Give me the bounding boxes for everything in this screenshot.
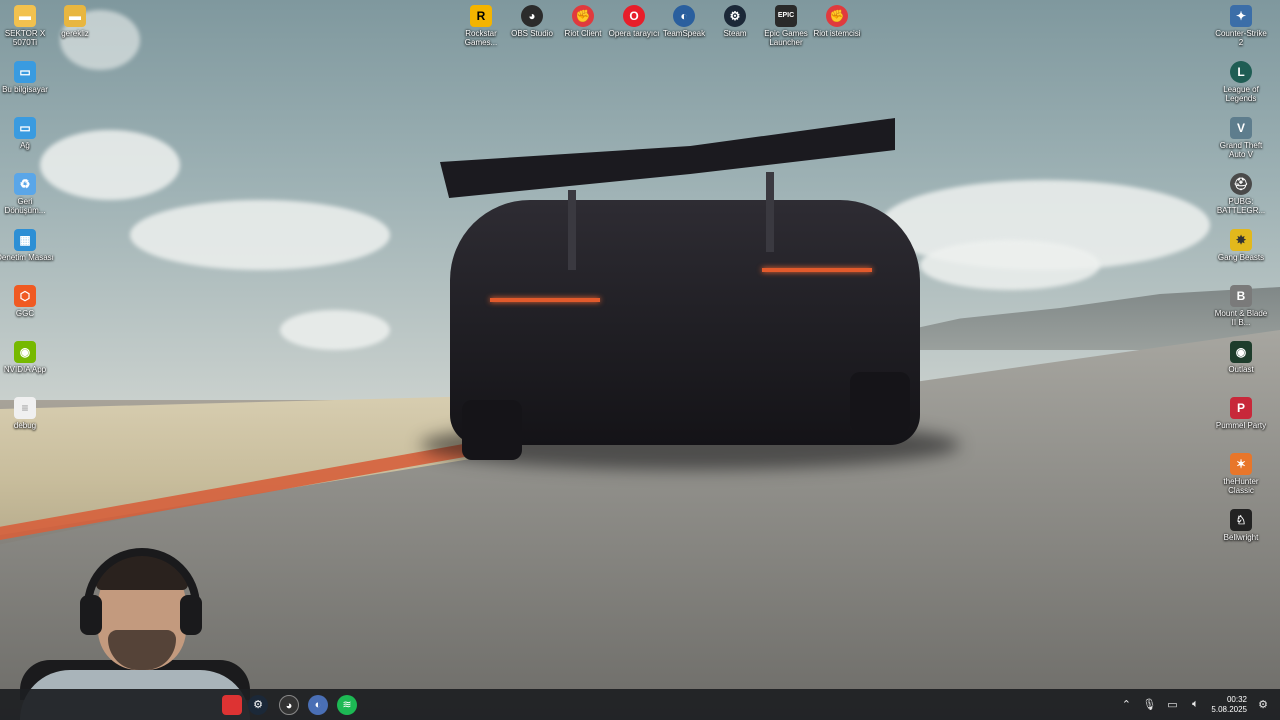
desktop-icon-bannerlord[interactable]: B Mount & Blade II B... bbox=[1212, 285, 1270, 327]
desktop-icon-bellwright[interactable]: ♘ Bellwright bbox=[1212, 509, 1270, 542]
desktop-icon-thehunter[interactable]: ✶ theHunter Classic bbox=[1212, 453, 1270, 495]
desktop-icon-lol[interactable]: L League of Legends bbox=[1212, 61, 1270, 103]
taskbar-app-red-icon[interactable] bbox=[222, 695, 242, 715]
desktop-icon-riot-istemcisi[interactable]: ✊ Riot istemcisi bbox=[808, 5, 866, 38]
notifications-icon[interactable]: ⚙ bbox=[1256, 698, 1270, 711]
lol-icon: L bbox=[1230, 61, 1252, 83]
microphone-icon[interactable]: 🎙︎ bbox=[1142, 698, 1156, 711]
desktop-icon-nvidia-app[interactable]: ◉ NVIDIA App bbox=[0, 341, 54, 374]
desktop-icon-teamspeak[interactable]: ◐ TeamSpeak bbox=[655, 5, 713, 38]
car-taillight bbox=[762, 268, 872, 272]
car-strut bbox=[766, 172, 774, 252]
ggc-icon: ⬡ bbox=[14, 285, 36, 307]
desktop-icon-ggc[interactable]: ⬡ GGC bbox=[0, 285, 54, 318]
car-wheel bbox=[850, 372, 910, 432]
obs-icon: ◕ bbox=[521, 5, 543, 27]
recycle-bin-icon: ♻ bbox=[14, 173, 36, 195]
desktop-icon-gang-beasts[interactable]: ✸ Gang Beasts bbox=[1212, 229, 1270, 262]
bellwright-icon: ♘ bbox=[1230, 509, 1252, 531]
opera-icon: O bbox=[623, 5, 645, 27]
desktop-icon-epic-games[interactable]: EPIC Epic Games Launcher bbox=[757, 5, 815, 47]
taskbar-obs-icon[interactable]: ◕ bbox=[279, 695, 299, 715]
desktop-icon-outlast[interactable]: ◉ Outlast bbox=[1212, 341, 1270, 374]
car-wheel bbox=[462, 400, 522, 460]
network-icon: ▭ bbox=[14, 117, 36, 139]
network-status-icon[interactable]: ▭ bbox=[1165, 698, 1179, 711]
desktop-icon-gta-v[interactable]: V Grand Theft Auto V bbox=[1212, 117, 1270, 159]
desktop-icon-network[interactable]: ▭ Ağ bbox=[0, 117, 54, 150]
desktop-icon-rockstar[interactable]: R Rockstar Games... bbox=[452, 5, 510, 47]
thehunter-icon: ✶ bbox=[1230, 453, 1252, 475]
riot-icon: ✊ bbox=[826, 5, 848, 27]
file-icon: ≡ bbox=[14, 397, 36, 419]
webcam-headset-ear bbox=[80, 595, 102, 635]
teamspeak-icon: ◐ bbox=[673, 5, 695, 27]
wallpaper-cloud bbox=[920, 240, 1100, 290]
desktop-icon-pummel-party[interactable]: P Pummel Party bbox=[1212, 397, 1270, 430]
computer-icon: ▭ bbox=[14, 61, 36, 83]
clock[interactable]: 00:32 5.08.2025 bbox=[1211, 695, 1247, 715]
wallpaper-cloud bbox=[130, 200, 390, 270]
rockstar-icon: R bbox=[470, 5, 492, 27]
folder-icon: ▬ bbox=[64, 5, 86, 27]
wallpaper-cloud bbox=[40, 130, 180, 200]
volume-icon[interactable]: 🔈︎ bbox=[1188, 698, 1202, 711]
riot-icon: ✊ bbox=[572, 5, 594, 27]
bannerlord-icon: B bbox=[1230, 285, 1252, 307]
chevron-up-icon[interactable]: ⌃ bbox=[1119, 698, 1133, 711]
taskbar: ⚙ ◕ ◐ ≋ ⌃ 🎙︎ ▭ 🔈︎ 00:32 5.08.2025 ⚙ bbox=[0, 689, 1280, 720]
nvidia-icon: ◉ bbox=[14, 341, 36, 363]
taskbar-app-blue-icon[interactable]: ◐ bbox=[308, 695, 328, 715]
desktop-icon-this-pc[interactable]: ▭ Bu bilgisayar bbox=[0, 61, 54, 94]
desktop-icon-control-panel[interactable]: ▦ Denetim Masası bbox=[0, 229, 54, 262]
desktop: ▬ SEKTOR X 5070Ti ▬ gerekliz ▭ Bu bilgis… bbox=[0, 0, 1280, 720]
desktop-icon-steam[interactable]: ⚙ Steam bbox=[706, 5, 764, 38]
desktop-icon-riot-client[interactable]: ✊ Riot Client bbox=[554, 5, 612, 38]
wallpaper-cloud bbox=[280, 310, 390, 350]
desktop-icon-pubg[interactable]: ⛑ PUBG: BATTLEGR... bbox=[1212, 173, 1270, 215]
spotify-icon[interactable]: ≋ bbox=[337, 695, 357, 715]
pummel-party-icon: P bbox=[1230, 397, 1252, 419]
steam-icon: ⚙ bbox=[724, 5, 746, 27]
epic-icon: EPIC bbox=[775, 5, 797, 27]
desktop-icon-debug[interactable]: ≡ debug bbox=[0, 397, 54, 430]
webcam-headset-ear bbox=[180, 595, 202, 635]
gta-icon: V bbox=[1230, 117, 1252, 139]
outlast-icon: ◉ bbox=[1230, 341, 1252, 363]
cs2-icon: ✦ bbox=[1230, 5, 1252, 27]
gang-beasts-icon: ✸ bbox=[1230, 229, 1252, 251]
system-tray: ⌃ 🎙︎ ▭ 🔈︎ 00:32 5.08.2025 ⚙ bbox=[1119, 689, 1270, 720]
clock-time: 00:32 bbox=[1226, 694, 1247, 704]
clock-date: 5.08.2025 bbox=[1211, 704, 1247, 714]
pubg-icon: ⛑ bbox=[1230, 173, 1252, 195]
desktop-icon-recycle-bin[interactable]: ♻ Geri Dönüşüm... bbox=[0, 173, 54, 215]
desktop-icon-obs[interactable]: ◕ OBS Studio bbox=[503, 5, 561, 38]
car-strut bbox=[568, 190, 576, 270]
desktop-icon-gerekliz[interactable]: ▬ gerekliz bbox=[46, 5, 104, 38]
control-panel-icon: ▦ bbox=[14, 229, 36, 251]
desktop-icon-cs2[interactable]: ✦ Counter-Strike 2 bbox=[1212, 5, 1270, 47]
taskbar-steam-icon[interactable]: ⚙ bbox=[248, 695, 268, 715]
car-taillight bbox=[490, 298, 600, 302]
folder-icon: ▬ bbox=[14, 5, 36, 27]
